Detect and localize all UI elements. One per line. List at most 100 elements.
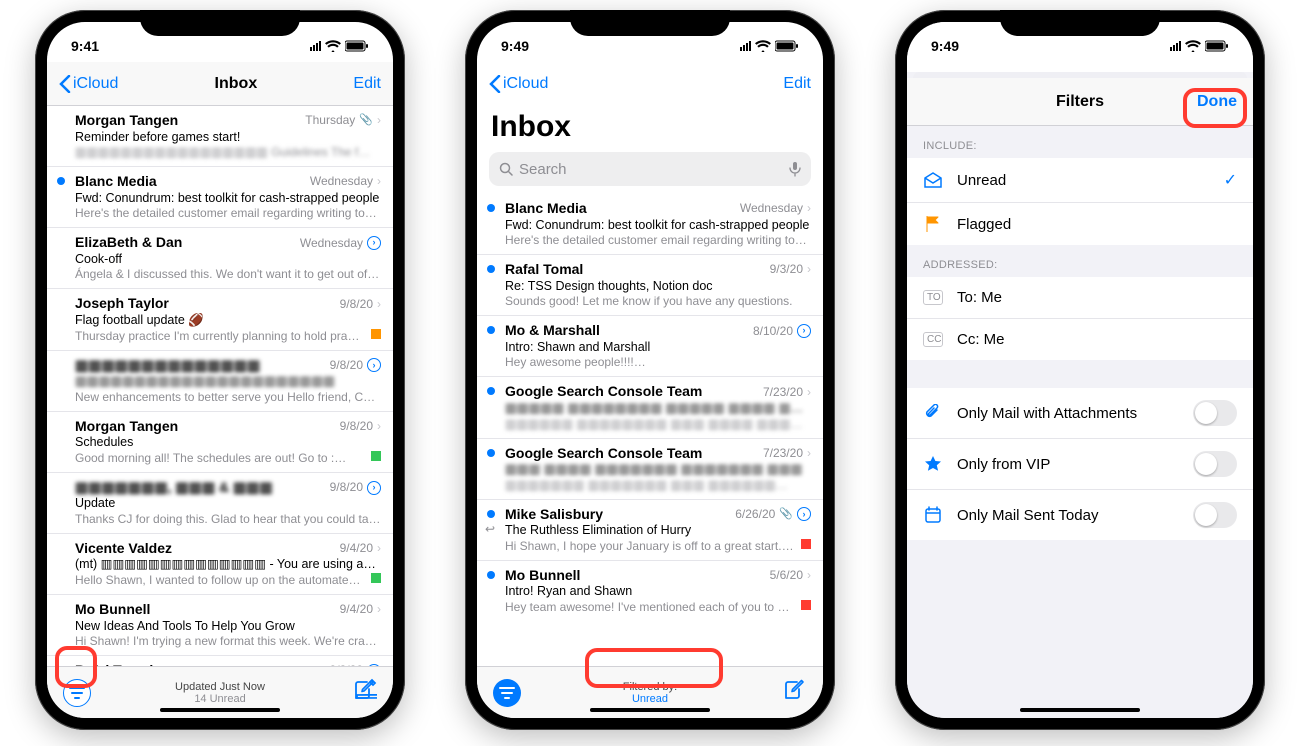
subject: Update [75,496,381,512]
filter-toggle-row[interactable]: Only Mail Sent Today [907,490,1253,540]
unread-dot-icon [487,265,495,273]
sender: Google Search Console Team [505,445,702,463]
unread-dot-icon [487,510,495,518]
paperclip-icon: 📎 [779,508,793,522]
toggle-switch[interactable] [1193,502,1237,528]
subject: Fwd: Conundrum: best toolkit for cash-st… [505,218,811,234]
sender: ▥▥▥▥▥▥▥▥▥▥▥▥▥▥ [75,357,260,375]
sender: ▥▥▥▥▥▥▥, ▥▥▥ & ▥▥▥ [75,479,273,497]
cellular-icon [740,41,751,51]
message-row[interactable]: ▥▥▥▥▥▥▥▥▥▥▥▥▥▥9/8/20 ›▥▥▥▥▥▥▥▥▥▥▥▥▥▥▥▥▥▥… [47,350,393,411]
filter-button[interactable] [63,679,91,707]
date: 9/8/20 › [340,297,381,312]
message-row[interactable]: ↩︎Rafal Tomal9/3/20 ›TSS Design thoughts… [47,655,393,666]
message-row[interactable]: Google Search Console Team7/23/20 ›▥▥▥▥▥… [477,376,823,437]
date: 6/26/20 📎 › [735,507,811,522]
filter-toggle-row[interactable]: Only from VIP [907,439,1253,490]
message-row[interactable]: ElizaBeth & DanWednesday ›Cook-offÁngela… [47,227,393,288]
message-row[interactable]: Blanc MediaWednesday ›Fwd: Conundrum: be… [47,166,393,227]
sender: Blanc Media [505,200,587,218]
sender: Mike Salisbury [505,506,603,524]
message-row[interactable]: Blanc Media Wednesday › Fwd: Conundrum: be… [477,194,823,254]
message-row[interactable]: Vicente Valdez9/4/20 ›(mt) ▥▥▥▥▥▥▥▥▥▥▥▥▥… [47,533,393,594]
date: 9/3/20 › [770,262,811,277]
unread-dot-icon [57,177,65,185]
filter-button-active[interactable] [493,679,521,707]
flag-icon [371,573,381,583]
message-list[interactable]: Morgan TangenThursday 📎 ›Reminder before… [47,106,393,666]
subject: Cook-off [75,252,381,268]
date: 9/8/20 › [340,419,381,434]
nav-bar: iCloud Edit [477,62,823,106]
edit-button[interactable]: Edit [353,75,381,93]
message-row[interactable]: Mo Bunnell9/4/20 ›New Ideas And Tools To… [47,594,393,655]
filters-nav: Filters Done [907,78,1253,126]
subject: Intro: Shawn and Marshall [505,340,811,356]
preview: Good morning all! The schedules are out!… [75,451,365,466]
wifi-icon [1185,40,1201,52]
date: 8/10/20 › [753,324,811,339]
toggle-switch[interactable] [1193,451,1237,477]
flag-icon [371,329,381,339]
battery-icon [775,40,799,52]
sender: Morgan Tangen [75,112,178,130]
filter-option[interactable]: CCCc: Me [907,319,1253,360]
preview: Thursday practice I'm currently planning… [75,329,365,344]
mic-icon[interactable] [789,161,801,177]
message-row[interactable]: Morgan Tangen9/8/20 ›SchedulesGood morni… [47,411,393,472]
toggle-switch[interactable] [1193,400,1237,426]
filter-option[interactable]: Unread✓ [907,158,1253,203]
paperclip-icon: 📎 [359,114,373,128]
message-row[interactable]: Mo Bunnell5/6/20 ›Intro! Ryan and ShawnH… [477,560,823,621]
sender: Mo & Marshall [505,322,600,340]
sender: Mo Bunnell [505,567,580,585]
done-button[interactable]: Done [1197,93,1237,111]
unread-dot-icon [487,326,495,334]
status-time: 9:41 [71,38,99,54]
subject: Fwd: Conundrum: best toolkit for cash-st… [75,191,381,207]
toolbar-status: Updated Just Now 14 Unread [47,681,393,705]
message-row[interactable]: ▥▥▥▥▥▥▥, ▥▥▥ & ▥▥▥9/8/20 ›UpdateThanks C… [47,472,393,533]
toolbar-line2: 14 Unread [47,693,393,705]
message-row[interactable]: Rafal Tomal9/3/20 ›Re: TSS Design though… [477,254,823,315]
message-row[interactable]: Mo & Marshall 8/10/20 ›Intro: Shawn and M… [477,315,823,376]
toolbar-line1: Updated Just Now [47,681,393,693]
filter-lines-icon [69,687,85,699]
message-row[interactable]: ↩︎Mike Salisbury6/26/20 📎 ›The Ruthless … [477,499,823,560]
toolbar-status[interactable]: Filtered by: Unread [477,681,823,705]
compose-icon [353,678,377,702]
cellular-icon [310,41,321,51]
notch [1000,10,1160,36]
calendar-icon [923,506,943,524]
filter-option[interactable]: TOTo: Me [907,277,1253,319]
preview: Sounds good! Let me know if you have any… [505,294,811,309]
preview: Hey team awesome! I've mentioned each of… [505,600,795,615]
message-row[interactable]: Morgan TangenThursday 📎 ›Reminder before… [47,106,393,166]
flag-icon [801,539,811,549]
phone-frame-3: 9:49 Filters Done INCLUDE: Unread✓Flagge… [895,10,1265,730]
search-field[interactable]: Search [489,152,811,186]
unread-dot-icon [487,449,495,457]
wifi-icon [325,40,341,52]
filter-toggle-row[interactable]: Only Mail with Attachments [907,388,1253,439]
message-row[interactable]: Joseph Taylor9/8/20 ›Flag football updat… [47,288,393,349]
date: Wednesday › [740,201,811,216]
notch [570,10,730,36]
chevron-right-icon: › [807,262,811,277]
search-icon [499,162,513,176]
large-title: Inbox [477,106,823,152]
date: 9/4/20 › [340,602,381,617]
filter-option[interactable]: Flagged [907,203,1253,245]
addressed-header: ADDRESSED: [907,245,1253,277]
status-icons [310,40,369,52]
chevron-right-icon: › [377,419,381,434]
filters-body: INCLUDE: Unread✓Flagged ADDRESSED: TOTo:… [907,126,1253,718]
edit-button[interactable]: Edit [783,75,811,93]
back-button[interactable]: iCloud [489,75,548,93]
compose-button[interactable] [783,678,807,707]
message-row[interactable]: Google Search Console Team7/23/20 ›▥▥▥ ▥… [477,438,823,499]
message-list[interactable]: Blanc Media Wednesday › Fwd: Conundrum: be… [477,194,823,666]
compose-button[interactable] [353,678,377,707]
nav-bar: iCloud Inbox Edit [47,62,393,106]
back-button[interactable]: iCloud [59,75,118,93]
